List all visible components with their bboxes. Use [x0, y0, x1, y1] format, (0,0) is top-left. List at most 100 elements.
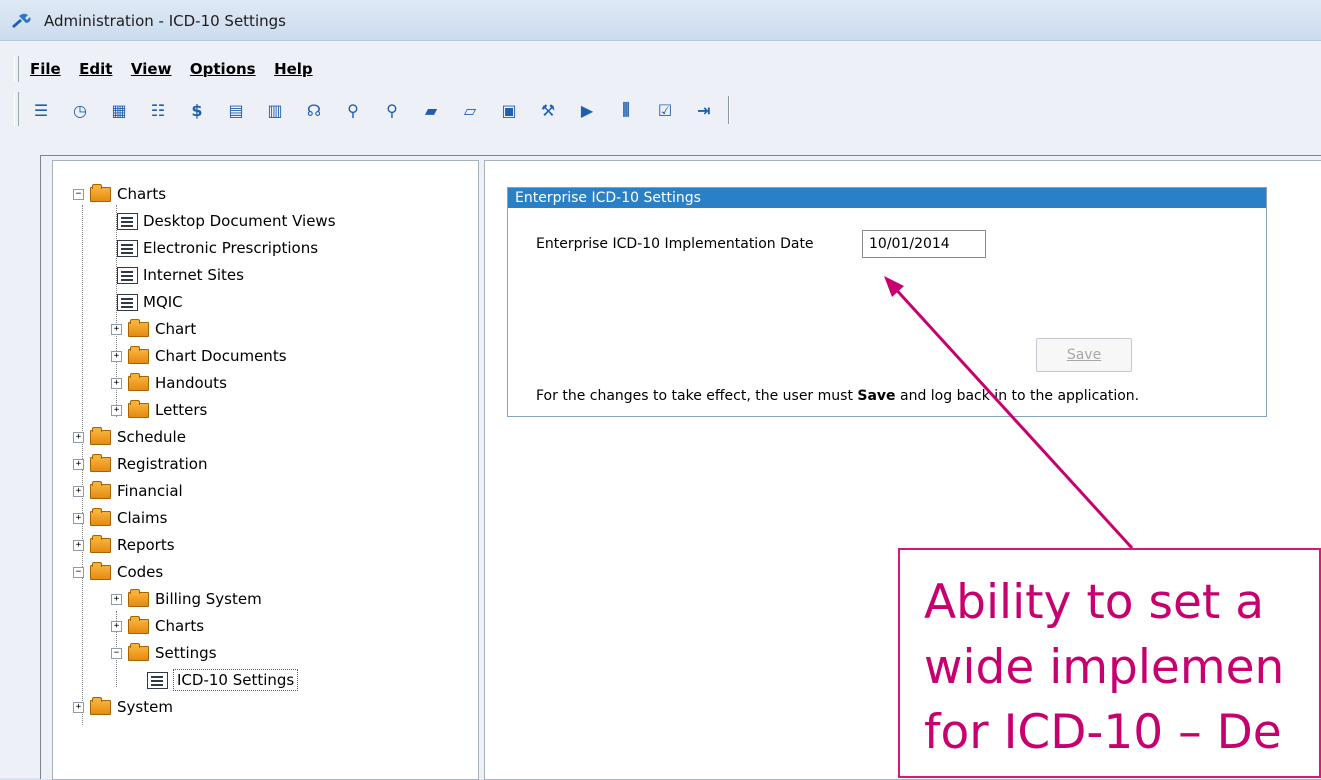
folder-icon — [90, 534, 111, 553]
tree-node-label: Settings — [155, 644, 217, 662]
menu-view[interactable]: View — [131, 60, 172, 78]
folder-icon — [128, 588, 149, 607]
tree-node-icd10-settings[interactable]: ICD-10 Settings — [147, 669, 299, 691]
expand-icon[interactable]: + — [111, 350, 122, 362]
application-window: Administration - ICD-10 Settings File Ed… — [0, 0, 1321, 780]
save-button[interactable]: Save — [1036, 338, 1132, 372]
tree-node-label: Billing System — [155, 590, 262, 608]
search-report-icon[interactable]: ⚲ — [381, 99, 403, 121]
implementation-date-label: Enterprise ICD-10 Implementation Date — [536, 236, 814, 252]
menu-options[interactable]: Options — [190, 60, 256, 78]
expand-icon[interactable]: + — [111, 593, 122, 605]
tree-node-label-selected: ICD-10 Settings — [173, 669, 299, 691]
group-header: Enterprise ICD-10 Settings — [508, 188, 1266, 208]
implementation-date-input[interactable] — [862, 230, 986, 258]
callout-text: Ability to set a wide implemen for ICD-1… — [924, 575, 1285, 760]
expand-icon[interactable]: + — [111, 323, 122, 335]
folder-icon — [128, 318, 149, 337]
tree-node-chart-documents[interactable]: + Chart Documents — [111, 345, 287, 367]
tree-node-label: Charts — [117, 185, 167, 203]
folder-icon — [128, 642, 149, 661]
tree-node-chart[interactable]: + Chart — [111, 318, 196, 340]
tree-node-financial[interactable]: + Financial — [73, 480, 183, 502]
tree-node-codes[interactable]: − Codes — [73, 561, 163, 583]
chart-bars-icon[interactable]: ⫼ — [615, 99, 637, 121]
toolbar-grip[interactable] — [14, 92, 19, 126]
exit-icon[interactable]: ⇥ — [693, 99, 715, 121]
folder-icon — [90, 480, 111, 499]
tree-node-desktop-document-views[interactable]: Desktop Document Views — [117, 210, 336, 232]
ledger-icon[interactable]: ▤ — [225, 99, 247, 121]
tree-node-charts[interactable]: − Charts — [73, 183, 166, 205]
payment-icon[interactable]: ▶ — [576, 99, 598, 121]
collapse-icon[interactable]: − — [73, 188, 84, 200]
expand-icon[interactable]: + — [111, 404, 122, 416]
checklist-icon[interactable]: ☑ — [654, 99, 676, 121]
tree-node-billing-system[interactable]: + Billing System — [111, 588, 262, 610]
folder-icon — [90, 183, 111, 202]
tree-node-codes-charts[interactable]: + Charts — [111, 615, 204, 637]
tree-node-label: Electronic Prescriptions — [143, 239, 319, 257]
form-icon[interactable]: ▣ — [498, 99, 520, 121]
stopwatch-icon[interactable]: ◷ — [69, 99, 91, 121]
tree-node-settings[interactable]: − Settings — [111, 642, 217, 664]
note-prefix: For the changes to take effect, the user… — [536, 388, 858, 404]
tree-node-label: Chart Documents — [155, 347, 287, 365]
tree-node-label: Codes — [117, 563, 164, 581]
tree-node-label: Reports — [117, 536, 175, 554]
expand-icon[interactable]: + — [73, 701, 84, 713]
tree-node-reports[interactable]: + Reports — [73, 534, 175, 556]
expand-icon[interactable]: + — [111, 377, 122, 389]
tree-node-label: Internet Sites — [143, 266, 244, 284]
tree-node-schedule[interactable]: + Schedule — [73, 426, 186, 448]
document-icon — [117, 266, 138, 284]
collapse-icon[interactable]: − — [111, 647, 122, 659]
expand-icon[interactable]: + — [73, 485, 84, 497]
menu-edit[interactable]: Edit — [79, 60, 112, 78]
settings-tree[interactable]: − Charts Desktop Document Views Electroni… — [52, 160, 479, 780]
note-bold: Save — [857, 388, 896, 404]
people-icon[interactable]: ☷ — [147, 99, 169, 121]
tree-node-claims[interactable]: + Claims — [73, 507, 167, 529]
save-button-label: Save — [1066, 347, 1102, 363]
tree-node-registration[interactable]: + Registration — [73, 453, 207, 475]
folder-icon — [128, 399, 149, 418]
menu-file[interactable]: File — [30, 60, 61, 78]
tree-node-label: Claims — [117, 509, 168, 527]
document-list-icon[interactable]: ☰ — [30, 99, 52, 121]
menu-bar: File Edit View Options Help — [30, 60, 327, 84]
expand-icon[interactable]: + — [73, 539, 84, 551]
tree-node-label: Schedule — [117, 428, 186, 446]
wrench-icon[interactable]: ⚒ — [537, 99, 559, 121]
tree-node-mqic[interactable]: MQIC — [117, 291, 183, 313]
tree-node-label: Charts — [155, 617, 205, 635]
tree-node-internet-sites[interactable]: Internet Sites — [117, 264, 244, 286]
tree-node-electronic-prescriptions[interactable]: Electronic Prescriptions — [117, 237, 318, 259]
expand-icon[interactable]: + — [111, 620, 122, 632]
document-icon — [117, 293, 138, 311]
document-icon — [117, 239, 138, 257]
tree-node-label: MQIC — [143, 293, 183, 311]
expand-icon[interactable]: + — [73, 512, 84, 524]
tree-node-handouts[interactable]: + Handouts — [111, 372, 227, 394]
calculator-icon[interactable]: ▥ — [264, 99, 286, 121]
tree-node-system[interactable]: + System — [73, 696, 173, 718]
folder-icon — [90, 507, 111, 526]
grid-icon[interactable]: ▦ — [108, 99, 130, 121]
save-note: For the changes to take effect, the user… — [536, 388, 1139, 404]
expand-icon[interactable]: + — [73, 431, 84, 443]
dollar-icon[interactable]: $ — [186, 99, 208, 121]
money-hand-icon[interactable]: ☊ — [303, 99, 325, 121]
tree-node-letters[interactable]: + Letters — [111, 399, 207, 421]
collapse-icon[interactable]: − — [73, 566, 84, 578]
expand-icon[interactable]: + — [73, 458, 84, 470]
menubar-grip[interactable] — [14, 56, 19, 82]
search-doc-icon[interactable]: ⚲ — [342, 99, 364, 121]
folder-arrow-icon[interactable]: ▰ — [420, 99, 442, 121]
menu-help[interactable]: Help — [274, 60, 313, 78]
toolbar-separator — [728, 96, 730, 124]
tree-node-label: Desktop Document Views — [143, 212, 336, 230]
folder-icon — [90, 426, 111, 445]
folder-open-icon[interactable]: ▱ — [459, 99, 481, 121]
tree-node-label: Chart — [155, 320, 197, 338]
